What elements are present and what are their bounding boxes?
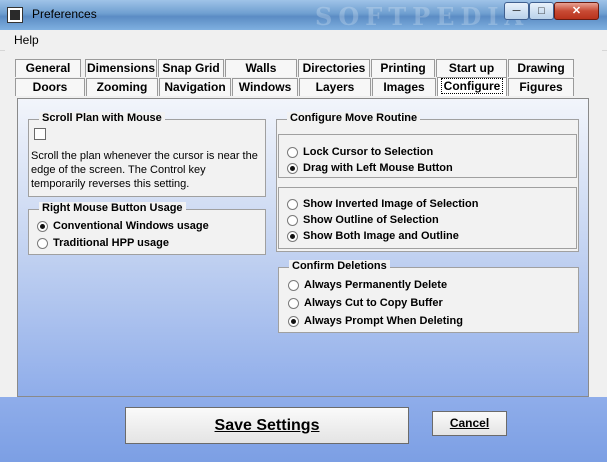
radio-prompt-when-deleting[interactable]: Always Prompt When Deleting [288, 315, 463, 327]
radio-label: Always Permanently Delete [304, 279, 448, 291]
radio-indicator [287, 214, 298, 226]
radio-show-inverted[interactable]: Show Inverted Image of Selection [287, 198, 478, 210]
radio-indicator [37, 237, 48, 249]
radio-conventional-windows[interactable]: Conventional Windows usage [37, 220, 209, 232]
radio-indicator [287, 230, 298, 242]
scroll-plan-checkbox[interactable] [34, 128, 46, 140]
radio-drag-left-mouse[interactable]: Drag with Left Mouse Button [287, 162, 453, 174]
cancel-label: Cancel [449, 416, 490, 430]
close-button[interactable]: ✕ [554, 2, 599, 20]
radio-permanently-delete[interactable]: Always Permanently Delete [288, 279, 447, 291]
right-mouse-group: Right Mouse Button Usage Conventional Wi… [28, 202, 266, 255]
configure-move-title: Configure Move Routine [287, 112, 421, 124]
radio-label: Show Outline of Selection [303, 214, 439, 226]
scroll-plan-description: Scroll the plan whenever the cursor is n… [31, 150, 258, 190]
tab-snap-grid[interactable]: Snap Grid [158, 59, 224, 77]
tab-dimensions[interactable]: Dimensions [85, 59, 157, 77]
radio-label: Show Both Image and Outline [303, 230, 459, 242]
minimize-icon: ─ [512, 5, 521, 17]
maximize-icon: □ [538, 5, 545, 17]
confirm-deletions-group: Confirm Deletions Always Permanently Del… [278, 260, 579, 333]
radio-cut-to-copy-buffer[interactable]: Always Cut to Copy Buffer [288, 297, 443, 309]
radio-show-outline[interactable]: Show Outline of Selection [287, 214, 439, 226]
menu-help[interactable]: Help [14, 33, 39, 47]
radio-label: Traditional HPP usage [53, 237, 169, 249]
radio-indicator [287, 162, 298, 174]
radio-indicator [288, 297, 299, 309]
tab-images[interactable]: Images [372, 78, 436, 96]
tab-walls[interactable]: Walls [225, 59, 297, 77]
tab-configure-label: Configure [440, 78, 504, 94]
radio-traditional-hpp[interactable]: Traditional HPP usage [37, 237, 169, 249]
radio-label: Always Cut to Copy Buffer [304, 297, 443, 309]
move-cursor-subgroup: Lock Cursor to Selection Drag with Left … [278, 134, 577, 178]
menu-bar: Help [0, 30, 607, 51]
radio-show-both[interactable]: Show Both Image and Outline [287, 230, 459, 242]
radio-lock-cursor[interactable]: Lock Cursor to Selection [287, 146, 433, 158]
radio-label: Lock Cursor to Selection [303, 146, 434, 158]
scroll-plan-group: Scroll Plan with Mouse Scroll the plan w… [28, 112, 266, 197]
maximize-button[interactable]: □ [529, 2, 554, 20]
tab-doors[interactable]: Doors [15, 78, 85, 96]
radio-indicator [288, 279, 299, 291]
radio-label: Drag with Left Mouse Button [303, 162, 453, 174]
radio-label: Conventional Windows usage [53, 220, 209, 232]
cancel-button[interactable]: Cancel [432, 411, 507, 436]
tab-figures[interactable]: Figures [508, 78, 574, 96]
radio-label: Show Inverted Image of Selection [303, 198, 479, 210]
window-title: Preferences [32, 7, 97, 21]
confirm-deletions-title: Confirm Deletions [289, 260, 390, 272]
radio-indicator [287, 146, 298, 158]
radio-label: Always Prompt When Deleting [304, 315, 463, 327]
radio-indicator [287, 198, 298, 210]
tab-configure[interactable]: Configure [437, 77, 507, 96]
tab-drawing[interactable]: Drawing [508, 59, 574, 77]
tab-strip: General Dimensions Snap Grid Walls Direc… [5, 50, 602, 98]
radio-indicator [37, 220, 48, 232]
app-icon [7, 7, 23, 23]
move-image-subgroup: Show Inverted Image of Selection Show Ou… [278, 187, 577, 249]
watermark: SOFTPEDIA [315, 2, 530, 31]
title-bar: Preferences SOFTPEDIA ─ □ ✕ [0, 0, 607, 31]
save-settings-button[interactable]: Save Settings [125, 407, 409, 444]
right-mouse-title: Right Mouse Button Usage [39, 202, 186, 214]
tab-navigation[interactable]: Navigation [159, 78, 231, 96]
tab-zooming[interactable]: Zooming [86, 78, 158, 96]
configure-panel: Scroll Plan with Mouse Scroll the plan w… [17, 98, 589, 397]
radio-indicator [288, 315, 299, 327]
tab-layers[interactable]: Layers [299, 78, 371, 96]
save-settings-label: Save Settings [214, 417, 320, 434]
minimize-button[interactable]: ─ [504, 2, 529, 20]
close-icon: ✕ [571, 5, 582, 17]
configure-move-group: Configure Move Routine Lock Cursor to Se… [276, 112, 579, 252]
tab-general[interactable]: General [15, 59, 81, 77]
tab-start-up[interactable]: Start up [436, 59, 507, 77]
tab-windows[interactable]: Windows [232, 78, 298, 96]
tab-directories[interactable]: Directories [298, 59, 370, 77]
scroll-plan-title: Scroll Plan with Mouse [39, 112, 165, 124]
tab-printing[interactable]: Printing [371, 59, 435, 77]
